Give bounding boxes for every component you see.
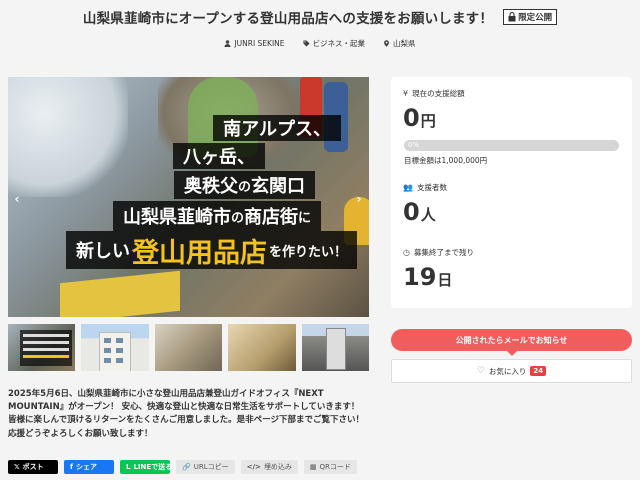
- carousel-next-button[interactable]: ›: [352, 190, 366, 208]
- carousel-prev-button[interactable]: ‹: [10, 190, 24, 208]
- author-link[interactable]: JUNRI SEKINE: [224, 38, 285, 49]
- hero-text-line2: 八ヶ岳、: [173, 143, 265, 169]
- embed-button[interactable]: </> 埋め込み: [240, 460, 298, 474]
- funding-progress-bar: 0%: [404, 140, 619, 151]
- user-icon: [224, 40, 231, 47]
- hero-photo-snow: [8, 77, 128, 197]
- yen-icon: ¥: [403, 89, 409, 98]
- hero-text-line1: 南アルプス、: [213, 115, 341, 141]
- thumbnail-4[interactable]: [228, 324, 296, 371]
- hero-text-line5: 新しい 登山用品店 を作りたい！: [65, 231, 357, 269]
- thumbnail-5-tower: [325, 328, 346, 370]
- qr-code-button[interactable]: ▦ QRコード: [303, 460, 357, 474]
- current-amount-number: 0: [403, 104, 420, 132]
- remaining-label-text: 募集終了まで残り: [413, 248, 474, 257]
- heart-icon: ♡: [476, 366, 485, 376]
- thumbnail-2-building: [99, 332, 132, 371]
- facebook-icon: f: [70, 463, 74, 471]
- limited-badge-label: 限定公開: [518, 13, 553, 23]
- favorite-label: お気に入り: [488, 366, 527, 376]
- current-amount-unit: 円: [420, 112, 436, 130]
- share-facebook-button[interactable]: f シェア: [64, 460, 114, 474]
- remaining-number: 19: [403, 263, 437, 291]
- remaining-unit: 日: [437, 271, 453, 289]
- share-bar: 𝕏 ポスト f シェア L LINEで送る 🔗 URLコピー </> 埋め込み …: [8, 460, 357, 474]
- qr-code-label: QRコード: [319, 463, 351, 471]
- notify-on-publish-button[interactable]: 公開されたらメールでお知らせ: [391, 329, 632, 356]
- link-icon: 🔗: [182, 463, 191, 471]
- category-name: ビジネス・起業: [312, 39, 366, 48]
- title-row: 山梨県韮崎市にオープンする登山用品店への支援をお願いします！ 限定公開: [0, 4, 640, 30]
- hero-text-atarashii: 新しい: [75, 241, 130, 262]
- hero-text-particle: の: [237, 179, 251, 195]
- current-amount-label: ¥ 現在の支援総額: [403, 88, 465, 99]
- share-x-button[interactable]: 𝕏 ポスト: [8, 460, 58, 474]
- lock-icon: [508, 12, 516, 22]
- map-pin-icon: [384, 40, 389, 47]
- remaining-value: 19 日: [403, 263, 452, 291]
- hero-text-tsukuritai: を作りたい！: [268, 244, 347, 260]
- thumbnail-1-text-band: [20, 330, 72, 366]
- embed-label: 埋め込み: [263, 463, 292, 471]
- qr-code-icon: ▦: [309, 463, 317, 471]
- category-link[interactable]: ビジネス・起業: [302, 38, 366, 49]
- thumbnail-1[interactable]: [8, 324, 76, 371]
- share-facebook-label: シェア: [76, 463, 98, 471]
- funding-progress-percent: 0%: [408, 141, 420, 149]
- location-name: 山梨県: [393, 39, 416, 48]
- favorite-button[interactable]: ♡ お気に入り 24: [391, 359, 632, 383]
- supporters-label-text: 支援者数: [416, 183, 447, 192]
- thumbnail-2[interactable]: [81, 324, 149, 371]
- code-icon: </>: [246, 463, 261, 471]
- thumbnail-5[interactable]: [301, 324, 370, 371]
- share-x-label: ポスト: [22, 463, 44, 471]
- current-amount-value: 0 円: [403, 104, 436, 132]
- thumbnail-strip: [8, 324, 370, 372]
- current-amount-label-text: 現在の支援総額: [412, 89, 465, 98]
- copy-url-button[interactable]: 🔗 URLコピー: [176, 460, 235, 474]
- hero-text-nirasaki: 山梨県韮崎市: [122, 207, 231, 228]
- hero-text-shop: 登山用品店: [131, 237, 267, 269]
- hero-text-okuchichibu: 奥秩父: [183, 176, 238, 197]
- supporters-value: 0 人: [403, 198, 436, 226]
- hero-text-line4: 山梨県韮崎市の商店街に: [112, 201, 321, 231]
- supporters-unit: 人: [420, 206, 436, 224]
- hero-text-genkanguchi: 玄関口: [251, 176, 305, 197]
- line-icon: L: [126, 463, 131, 471]
- share-line-label: LINEで送る: [133, 463, 173, 471]
- project-meta: JUNRI SEKINE ビジネス・起業 山梨県: [0, 38, 640, 49]
- funding-stats-panel: ¥ 現在の支援総額 0 円 0% 目標金額は1,000,000円 👥 支援者数 …: [391, 77, 632, 308]
- goal-amount: 目標金額は1,000,000円: [404, 156, 488, 165]
- project-description: 2025年5月6日、山梨県韮崎市に小さな登山用品店兼登山ガイドオフィス『NEXT…: [8, 389, 364, 439]
- copy-url-label: URLコピー: [193, 463, 229, 471]
- hero-text-line3: 奥秩父の玄関口: [173, 171, 315, 199]
- hero-text-particle-ni: に: [297, 210, 311, 226]
- location-link[interactable]: 山梨県: [383, 38, 416, 49]
- tag-icon: [302, 40, 310, 47]
- hero-text-shotengai: 商店街: [243, 207, 298, 228]
- supporters-number: 0: [403, 198, 420, 226]
- hero-image-carousel[interactable]: 南アルプス、 八ヶ岳、 奥秩父の玄関口 山梨県韮崎市の商店街に 新しい 登山用品店…: [8, 77, 369, 317]
- supporters-label: 👥 支援者数: [403, 182, 447, 193]
- share-line-button[interactable]: L LINEで送る: [120, 460, 173, 474]
- clock-icon: ◷: [403, 248, 410, 257]
- thumbnail-3[interactable]: [154, 324, 223, 371]
- x-icon: 𝕏: [14, 463, 20, 471]
- author-name: JUNRI SEKINE: [234, 39, 285, 48]
- limited-badge: 限定公開: [503, 9, 558, 25]
- remaining-label: ◷ 募集終了まで残り: [403, 247, 474, 258]
- page-title: 山梨県韮崎市にオープンする登山用品店への支援をお願いします！: [82, 11, 494, 27]
- people-icon: 👥: [403, 183, 413, 192]
- favorite-count-badge: 24: [530, 366, 547, 376]
- hero-text-particle-no: の: [230, 210, 244, 226]
